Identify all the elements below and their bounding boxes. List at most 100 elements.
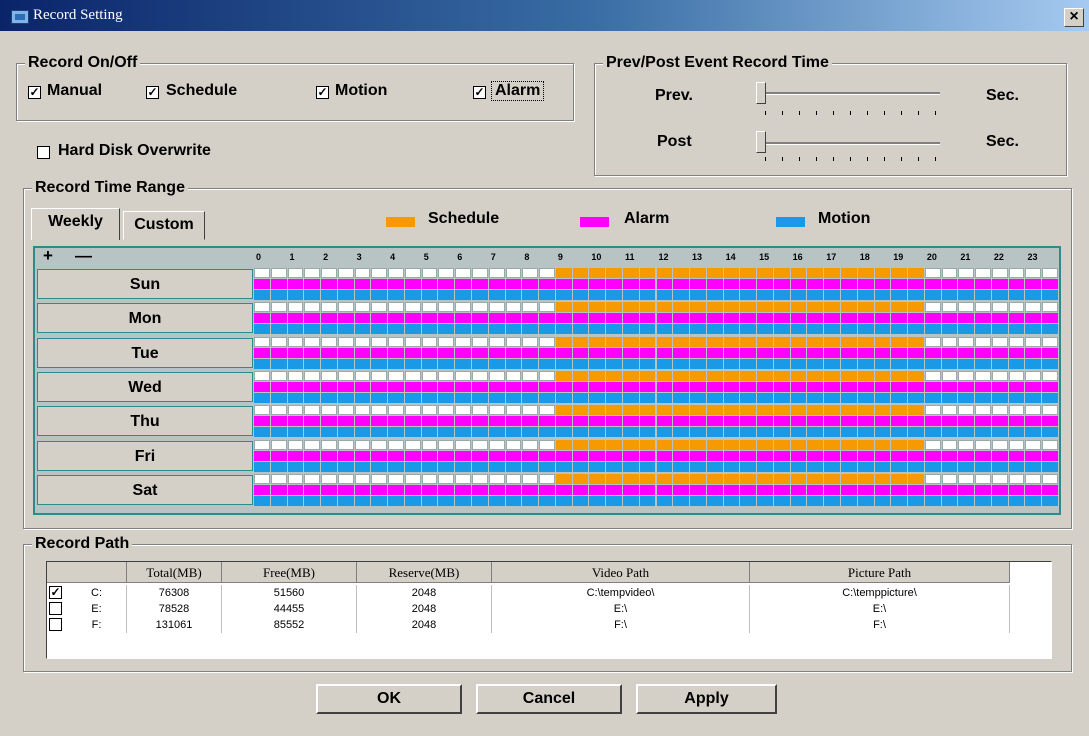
motion-slot[interactable] (757, 290, 773, 300)
schedule-slot[interactable] (874, 370, 891, 381)
schedule-slot[interactable] (908, 336, 924, 347)
schedule-slot[interactable] (824, 370, 840, 381)
motion-slot[interactable] (874, 495, 891, 506)
schedule-slot[interactable] (656, 302, 673, 313)
motion-slot[interactable] (924, 324, 941, 335)
empty-slot[interactable] (321, 302, 337, 313)
schedule-slot[interactable] (572, 473, 589, 484)
motion-slot[interactable] (1025, 495, 1042, 506)
motion-slot[interactable] (321, 461, 337, 472)
alarm-slot[interactable] (924, 484, 941, 495)
alarm-slot[interactable] (840, 313, 857, 324)
alarm-slot[interactable] (723, 450, 740, 461)
alarm-slot[interactable] (287, 313, 304, 324)
alarm-slot[interactable] (606, 381, 622, 392)
schedule-slot[interactable] (622, 370, 639, 381)
motion-slot[interactable] (941, 495, 958, 506)
empty-slot[interactable] (958, 473, 975, 484)
empty-slot[interactable] (404, 405, 421, 416)
alarm-slot[interactable] (388, 484, 404, 495)
motion-slot[interactable] (874, 324, 891, 335)
schedule-slot[interactable] (857, 405, 874, 416)
schedule-slot[interactable] (874, 268, 891, 278)
alarm-slot[interactable] (572, 381, 589, 392)
schedule-slot[interactable] (690, 439, 706, 450)
motion-slot[interactable] (740, 392, 757, 403)
alarm-slot[interactable] (438, 313, 455, 324)
motion-slot[interactable] (555, 358, 572, 369)
motion-slot[interactable] (488, 392, 505, 403)
column-header[interactable] (47, 562, 127, 583)
motion-slot[interactable] (572, 358, 589, 369)
alarm-slot[interactable] (304, 279, 321, 289)
alarm-slot[interactable] (555, 347, 572, 358)
motion-slot[interactable] (1042, 290, 1058, 300)
motion-slot[interactable] (522, 427, 539, 438)
empty-slot[interactable] (924, 302, 941, 313)
schedule-slot[interactable] (790, 268, 807, 278)
schedule-slot[interactable] (908, 473, 924, 484)
alarm-slot[interactable] (522, 279, 539, 289)
alarm-slot[interactable] (656, 381, 673, 392)
motion-slot[interactable] (656, 392, 673, 403)
motion-slot[interactable] (723, 392, 740, 403)
alarm-slot[interactable] (589, 313, 606, 324)
alarm-slot[interactable] (472, 313, 488, 324)
alarm-slot[interactable] (891, 484, 908, 495)
motion-slot[interactable] (371, 392, 388, 403)
alarm-slot[interactable] (891, 381, 908, 392)
schedule-slot[interactable] (723, 473, 740, 484)
alarm-slot[interactable] (740, 347, 757, 358)
empty-slot[interactable] (1025, 268, 1042, 278)
motion-slot[interactable] (891, 461, 908, 472)
drive-checkbox[interactable] (49, 618, 62, 631)
alarm-slot[interactable] (874, 313, 891, 324)
schedule-slot[interactable] (857, 302, 874, 313)
alarm-slot[interactable] (908, 347, 924, 358)
alarm-slot[interactable] (337, 279, 354, 289)
motion-slot[interactable] (975, 324, 991, 335)
alarm-slot[interactable] (991, 313, 1008, 324)
alarm-slot[interactable] (656, 450, 673, 461)
empty-slot[interactable] (488, 439, 505, 450)
motion-slot[interactable] (991, 495, 1008, 506)
motion-slot[interactable] (958, 461, 975, 472)
schedule-slot[interactable] (807, 473, 824, 484)
motion-slot[interactable] (991, 427, 1008, 438)
motion-slot[interactable] (589, 461, 606, 472)
schedule-slot[interactable] (639, 370, 656, 381)
alarm-slot[interactable] (371, 313, 388, 324)
motion-slot[interactable] (254, 495, 270, 506)
alarm-slot[interactable] (622, 416, 639, 427)
empty-slot[interactable] (354, 439, 371, 450)
column-header[interactable]: Picture Path (750, 562, 1010, 583)
empty-slot[interactable] (270, 336, 287, 347)
empty-slot[interactable] (472, 336, 488, 347)
alarm-slot[interactable] (723, 279, 740, 289)
empty-slot[interactable] (354, 473, 371, 484)
alarm-slot[interactable] (270, 484, 287, 495)
motion-slot[interactable] (438, 392, 455, 403)
alarm-slot[interactable] (472, 347, 488, 358)
motion-slot[interactable] (639, 324, 656, 335)
motion-slot[interactable] (857, 324, 874, 335)
empty-slot[interactable] (472, 405, 488, 416)
alarm-slot[interactable] (673, 450, 690, 461)
motion-slot[interactable] (606, 495, 622, 506)
motion-slot[interactable] (606, 324, 622, 335)
alarm-slot[interactable] (773, 484, 790, 495)
motion-slot[interactable] (891, 495, 908, 506)
post-slider-thumb[interactable] (756, 131, 766, 153)
motion-slot[interactable] (857, 461, 874, 472)
alarm-slot[interactable] (975, 484, 991, 495)
motion-slot[interactable] (740, 495, 757, 506)
schedule-slot[interactable] (673, 370, 690, 381)
alarm-slot[interactable] (622, 347, 639, 358)
empty-slot[interactable] (941, 473, 958, 484)
schedule-slot[interactable] (840, 302, 857, 313)
empty-slot[interactable] (321, 268, 337, 278)
motion-slot[interactable] (1042, 495, 1058, 506)
alarm-slot[interactable] (622, 450, 639, 461)
alarm-slot[interactable] (991, 416, 1008, 427)
alarm-slot[interactable] (656, 279, 673, 289)
